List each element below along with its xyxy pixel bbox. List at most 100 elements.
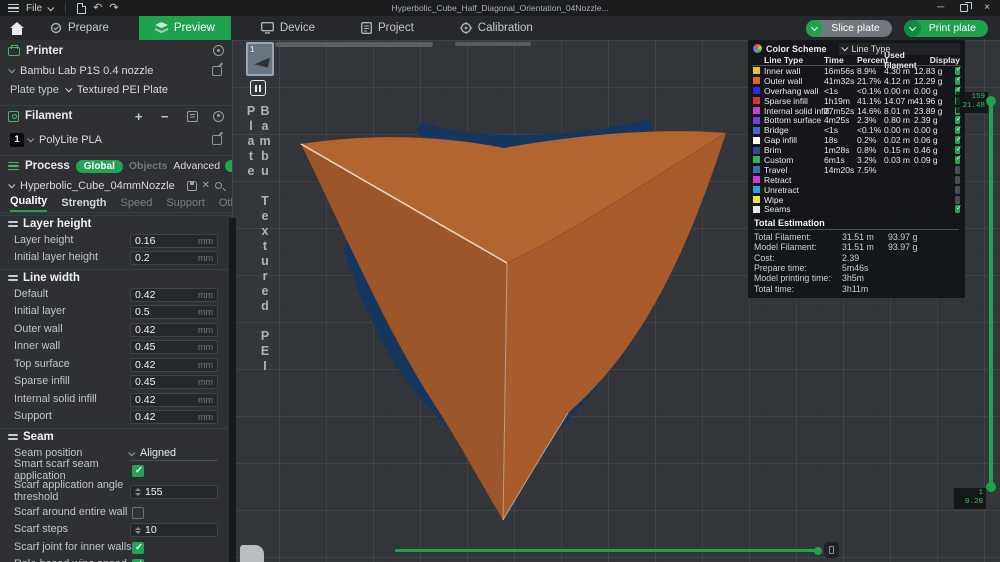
home-button[interactable] bbox=[0, 16, 34, 40]
new-project-icon[interactable] bbox=[77, 2, 87, 14]
filament-preset-dropdown[interactable]: 1 PolyLite PLA bbox=[0, 130, 232, 149]
tab-support[interactable]: Support bbox=[166, 197, 205, 212]
inner-wall-line-width-input[interactable]: 0.45 mm bbox=[130, 340, 218, 355]
scarf-joint-inner-walls-checkbox[interactable] bbox=[132, 541, 144, 554]
display-checkbox[interactable] bbox=[955, 75, 962, 85]
print-plate-button[interactable]: Print plate bbox=[903, 19, 988, 37]
slice-dropdown-icon[interactable] bbox=[806, 19, 824, 37]
legend-row: Overhang wall <1s <0.1% 0.00 m 0.00 g bbox=[753, 85, 962, 96]
seam-position-select[interactable]: Aligned bbox=[128, 446, 218, 462]
restore-button[interactable] bbox=[960, 4, 969, 12]
layer-height-input[interactable]: 0.16 mm bbox=[130, 233, 218, 248]
moves-slider-handle[interactable] bbox=[814, 546, 822, 555]
display-checkbox[interactable] bbox=[955, 195, 960, 204]
legend-row: Bridge <1s <0.1% 0.00 m 0.00 g bbox=[753, 125, 962, 135]
layer-slider-bottom-handle[interactable] bbox=[986, 482, 996, 492]
display-checkbox[interactable] bbox=[955, 185, 960, 194]
layer-slider-top-handle[interactable] bbox=[986, 96, 996, 106]
printer-settings-gear-icon[interactable] bbox=[213, 45, 224, 56]
line-type-swatch bbox=[753, 77, 760, 85]
preview-viewport[interactable]: 1 Bambu Textured PEI Plate Color Scheme … bbox=[232, 40, 1000, 562]
bambu-studio-window: File ↶ ↷ Hyperbolic_Cube_Half_Diagonal_O… bbox=[0, 0, 1000, 562]
display-checkbox[interactable] bbox=[955, 65, 962, 75]
close-button[interactable]: × bbox=[984, 3, 990, 13]
home-icon bbox=[10, 21, 24, 35]
file-menu[interactable]: File bbox=[26, 3, 42, 14]
single-step-button[interactable] bbox=[824, 542, 839, 558]
scope-objects-button[interactable]: Objects bbox=[129, 160, 168, 172]
tab-project[interactable]: Project bbox=[345, 16, 430, 40]
legend-row: Internal solid infill 27m52s 14.6% 8.01 m 23… bbox=[753, 105, 962, 116]
top-surface-line-width-input[interactable]: 0.42 mm bbox=[130, 357, 218, 372]
legend-row: Travel 14m20s 7.5% bbox=[753, 165, 960, 175]
ams-sync-icon[interactable] bbox=[186, 110, 198, 122]
filament-icon bbox=[8, 110, 19, 122]
advanced-toggle[interactable] bbox=[225, 160, 232, 172]
tab-prepare[interactable]: Prepare bbox=[34, 16, 125, 40]
display-checkbox[interactable] bbox=[955, 165, 960, 174]
sidebar-scrollbar[interactable] bbox=[229, 218, 236, 562]
process-tabs: Quality Strength Speed Support Others bbox=[0, 195, 232, 213]
line-type-swatch bbox=[753, 136, 760, 144]
hamburger-menu-icon[interactable] bbox=[8, 3, 19, 13]
support-line-width-input[interactable]: 0.42 mm bbox=[130, 410, 218, 425]
print-dropdown-icon[interactable] bbox=[903, 19, 921, 37]
line-type-swatch bbox=[753, 205, 760, 213]
display-checkbox[interactable] bbox=[955, 175, 960, 184]
sparse-infill-line-width-input[interactable]: 0.45 mm bbox=[130, 375, 218, 390]
add-filament-button[interactable]: + bbox=[135, 109, 143, 124]
search-preset-icon[interactable] bbox=[215, 182, 222, 189]
legend-row: Wipe bbox=[753, 195, 960, 205]
moves-slider[interactable] bbox=[395, 546, 822, 555]
line-type-swatch bbox=[753, 166, 760, 174]
tab-others[interactable]: Others bbox=[219, 197, 232, 212]
undo-icon[interactable]: ↶ bbox=[93, 2, 102, 14]
edit-filament-icon[interactable] bbox=[212, 134, 222, 145]
outer-wall-line-width-input[interactable]: 0.42 mm bbox=[130, 322, 218, 337]
initial-layer-line-width-input[interactable]: 0.5 mm bbox=[130, 305, 218, 320]
line-type-swatch bbox=[753, 196, 760, 204]
remove-filament-button[interactable]: − bbox=[161, 109, 169, 124]
minimize-button[interactable]: ─ bbox=[937, 3, 944, 13]
tab-calibration[interactable]: Calibration bbox=[444, 16, 549, 40]
display-checkbox[interactable] bbox=[955, 115, 962, 125]
display-checkbox[interactable] bbox=[955, 204, 962, 214]
tab-quality[interactable]: Quality bbox=[10, 195, 48, 212]
scarf-angle-threshold-input[interactable]: 155 bbox=[130, 485, 218, 499]
edit-printer-icon[interactable] bbox=[212, 65, 222, 76]
printer-preset-dropdown[interactable]: Bambu Lab P1S 0.4 nozzle bbox=[0, 61, 232, 80]
initial-layer-height-input[interactable]: 0.2 mm bbox=[130, 251, 218, 266]
filament-settings-gear-icon[interactable] bbox=[213, 110, 224, 122]
scope-global-button[interactable]: Global bbox=[75, 159, 123, 173]
default-line-width-input[interactable]: 0.42 mm bbox=[130, 287, 218, 302]
line-type-swatch bbox=[753, 107, 760, 114]
internal-solid-infill-line-width-input[interactable]: 0.42 mm bbox=[130, 392, 218, 407]
scarf-steps-input[interactable]: 10 bbox=[130, 523, 218, 538]
display-checkbox[interactable] bbox=[955, 145, 962, 155]
plate-type-dropdown[interactable]: Textured PEI Plate bbox=[65, 84, 168, 96]
smart-scarf-checkbox[interactable] bbox=[132, 465, 144, 478]
save-preset-icon[interactable] bbox=[186, 180, 197, 191]
tab-device[interactable]: Device bbox=[245, 16, 331, 40]
process-preset-dropdown[interactable]: Hyperbolic_Cube_04mmNozzle ✕ bbox=[0, 176, 232, 195]
param-row: Initial layer height 0.2 mm bbox=[0, 250, 232, 268]
scarf-around-wall-checkbox[interactable] bbox=[132, 506, 144, 519]
display-checkbox[interactable] bbox=[955, 135, 962, 145]
divider bbox=[65, 3, 67, 13]
legend-row: Gap infill 18s 0.2% 0.02 m 0.06 g bbox=[753, 135, 962, 145]
tab-speed[interactable]: Speed bbox=[121, 197, 153, 212]
slice-plate-button[interactable]: Slice plate bbox=[806, 19, 892, 37]
display-checkbox[interactable] bbox=[955, 125, 962, 135]
legend-row: Sparse infill 1h19m 41.1% 14.07 m 41.96 g bbox=[753, 95, 962, 106]
display-checkbox[interactable] bbox=[955, 154, 962, 164]
window-title: Hyperbolic_Cube_Half_Diagonal_Orientatio… bbox=[391, 3, 609, 13]
seam-icon bbox=[8, 434, 18, 440]
delete-preset-icon[interactable]: ✕ bbox=[202, 180, 210, 191]
redo-icon[interactable]: ↷ bbox=[109, 2, 118, 14]
file-menu-chevron-icon[interactable] bbox=[47, 3, 55, 11]
tab-strength[interactable]: Strength bbox=[61, 197, 106, 212]
line-type-swatch bbox=[753, 126, 760, 134]
filament-section-header: Filament + − bbox=[0, 105, 232, 126]
tab-preview[interactable]: Preview bbox=[138, 16, 231, 40]
layer-range-slider[interactable] bbox=[986, 96, 996, 492]
